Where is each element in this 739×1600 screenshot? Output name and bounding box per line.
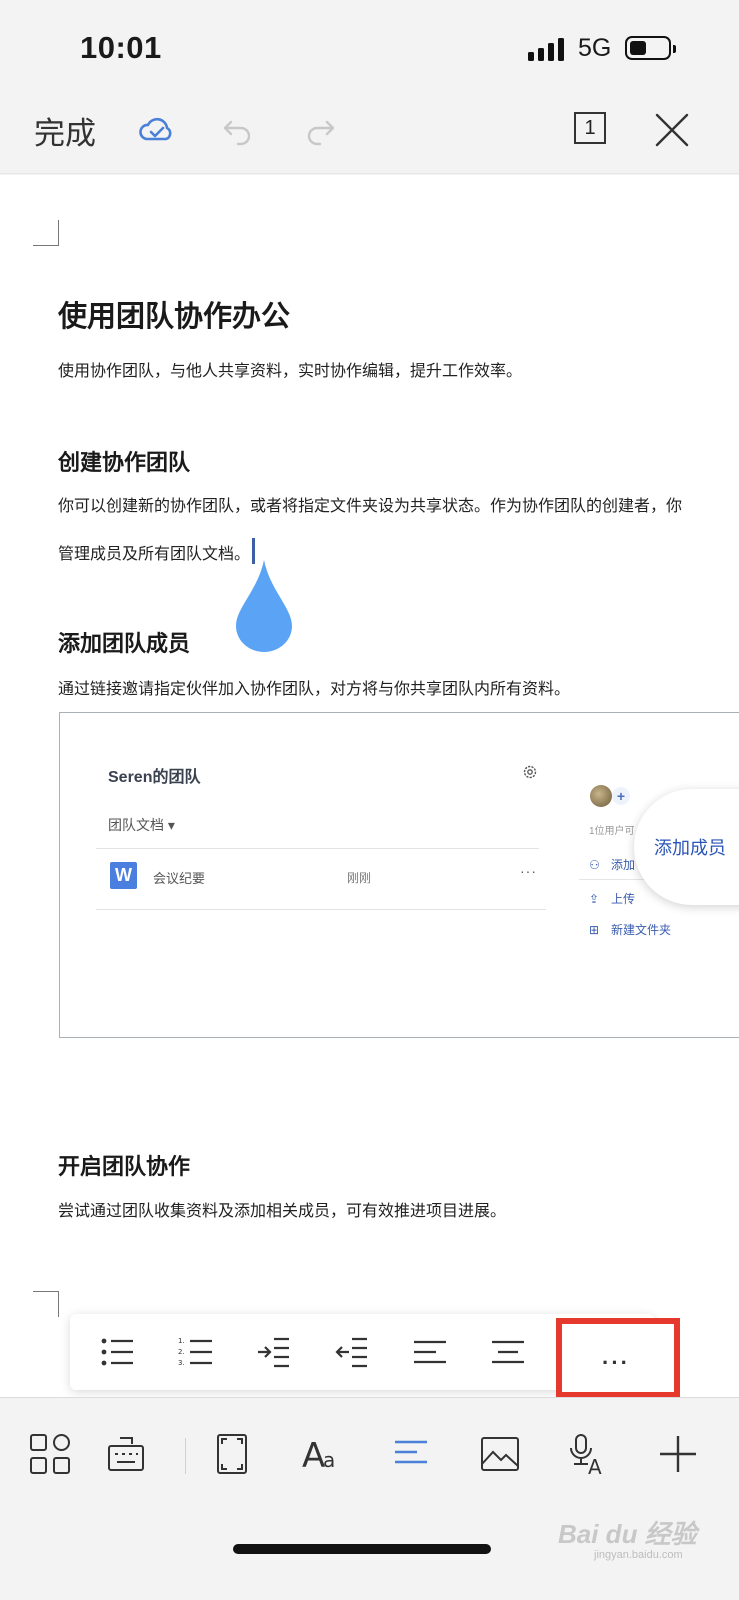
- section-heading: 添加团队成员: [58, 631, 191, 656]
- new-folder-icon: ⊞: [589, 923, 600, 937]
- done-button[interactable]: 完成: [34, 108, 96, 153]
- avatar: [590, 785, 612, 807]
- font-style-icon[interactable]: A a: [300, 1432, 344, 1476]
- apps-grid-icon[interactable]: [28, 1432, 72, 1476]
- svg-text:A: A: [588, 1455, 602, 1476]
- page-margin-mark: [33, 220, 59, 246]
- upload-action: ⇪ 上传: [589, 890, 635, 907]
- svg-text:3.: 3.: [178, 1359, 185, 1367]
- top-toolbar: 完成 1: [0, 96, 739, 174]
- embedded-team-screenshot[interactable]: Seren的团队 团队文档 ▾ W 会议纪要 刚刚 ··· + 1位用户可 ⚇ 添…: [59, 712, 739, 1038]
- full-screen-icon[interactable]: [210, 1432, 254, 1476]
- more-icon: ···: [602, 1350, 630, 1375]
- network-type: 5G: [578, 34, 612, 62]
- insert-plus-icon[interactable]: [656, 1432, 700, 1476]
- status-time: 10:01: [80, 30, 162, 65]
- cursor-handle-drop-icon[interactable]: [236, 560, 292, 652]
- divider: [96, 909, 546, 910]
- paragraph-format-icon[interactable]: [389, 1432, 433, 1476]
- document-title: 使用团队协作办公: [58, 301, 291, 333]
- paragraph-line: 尝试通过团队收集资料及添加相关成员，可有效推进项目进展。: [58, 1203, 507, 1220]
- page-count-button[interactable]: 1: [574, 112, 606, 144]
- user-count-text: 1位用户可: [589, 826, 635, 837]
- screen: 10:01 5G 完成 1 使用团队协作办公 使用协作团队，与他人共享资料，实时…: [0, 0, 739, 1600]
- numbered-list-icon[interactable]: 1. 2. 3.: [176, 1332, 216, 1372]
- add-member-plus-icon: +: [612, 787, 630, 805]
- gear-icon: [523, 765, 537, 779]
- svg-text:2.: 2.: [178, 1348, 185, 1356]
- add-action: ⚇ 添加: [589, 856, 635, 873]
- add-action-label: 添加: [611, 858, 636, 872]
- bulleted-list-icon[interactable]: [98, 1332, 138, 1372]
- page-margin-mark: [33, 1291, 59, 1317]
- signal-icon: [528, 37, 568, 61]
- new-folder-action-label: 新建文件夹: [611, 923, 672, 937]
- more-options-button[interactable]: ···: [556, 1318, 680, 1398]
- paragraph-line: 通过链接邀请指定伙伴加入协作团队，对方将与你共享团队内所有资料。: [58, 681, 571, 698]
- section-heading: 开启团队协作: [58, 1154, 191, 1179]
- align-center-icon[interactable]: [488, 1332, 528, 1372]
- cloud-saved-icon[interactable]: [137, 110, 177, 150]
- add-member-callout: 添加成员: [634, 789, 739, 905]
- paragraph-line-with-cursor: 管理成员及所有团队文档。: [58, 538, 256, 564]
- divider: [96, 848, 539, 849]
- redo-icon[interactable]: [300, 110, 340, 150]
- paragraph-line: 你可以创建新的协作团队，或者将指定文件夹设为共享状态。作为协作团队的创建者，你: [58, 498, 683, 515]
- new-folder-action: ⊞ 新建文件夹: [589, 921, 671, 938]
- keyboard-icon[interactable]: [104, 1432, 148, 1476]
- voice-input-icon[interactable]: A: [566, 1432, 610, 1476]
- word-file-icon: W: [110, 862, 137, 889]
- upload-action-label: 上传: [611, 892, 636, 906]
- intro-paragraph: 使用协作团队，与他人共享资料，实时协作编辑，提升工作效率。: [58, 363, 523, 380]
- insert-image-icon[interactable]: [478, 1432, 522, 1476]
- document-canvas[interactable]: 使用团队协作办公 使用协作团队，与他人共享资料，实时协作编辑，提升工作效率。 创…: [0, 175, 739, 1397]
- section-heading: 创建协作团队: [58, 450, 191, 475]
- close-icon[interactable]: [652, 110, 692, 150]
- add-person-icon: ⚇: [589, 858, 600, 872]
- bottom-toolbar: A a A Bai du 经验 jingyan.baidu.com: [0, 1397, 739, 1600]
- indent-decrease-icon[interactable]: [332, 1332, 372, 1372]
- file-time: 刚刚: [347, 871, 372, 885]
- file-name: 会议纪要: [153, 871, 206, 886]
- team-docs-menu: 团队文档 ▾: [108, 817, 175, 833]
- battery-icon: [625, 36, 676, 60]
- paragraph-text: 管理成员及所有团队文档。: [58, 546, 251, 563]
- baidu-watermark: Bai du 经验 jingyan.baidu.com: [558, 1514, 697, 1561]
- svg-text:A: A: [302, 1436, 325, 1476]
- home-indicator[interactable]: [233, 1544, 491, 1554]
- file-more-icon: ···: [520, 863, 537, 879]
- undo-icon[interactable]: [218, 110, 258, 150]
- watermark-brand: Bai du 经验: [558, 1519, 697, 1549]
- watermark-url: jingyan.baidu.com: [594, 1549, 683, 1561]
- upload-icon: ⇪: [589, 892, 600, 906]
- svg-text:a: a: [323, 1448, 335, 1472]
- divider: [185, 1438, 186, 1474]
- svg-text:1.: 1.: [178, 1337, 185, 1345]
- indent-increase-icon[interactable]: [254, 1332, 294, 1372]
- team-name: Seren的团队: [108, 769, 201, 786]
- status-bar: 10:01 5G: [0, 0, 739, 96]
- callout-label: 添加成员: [654, 838, 726, 858]
- align-left-icon[interactable]: [410, 1332, 450, 1372]
